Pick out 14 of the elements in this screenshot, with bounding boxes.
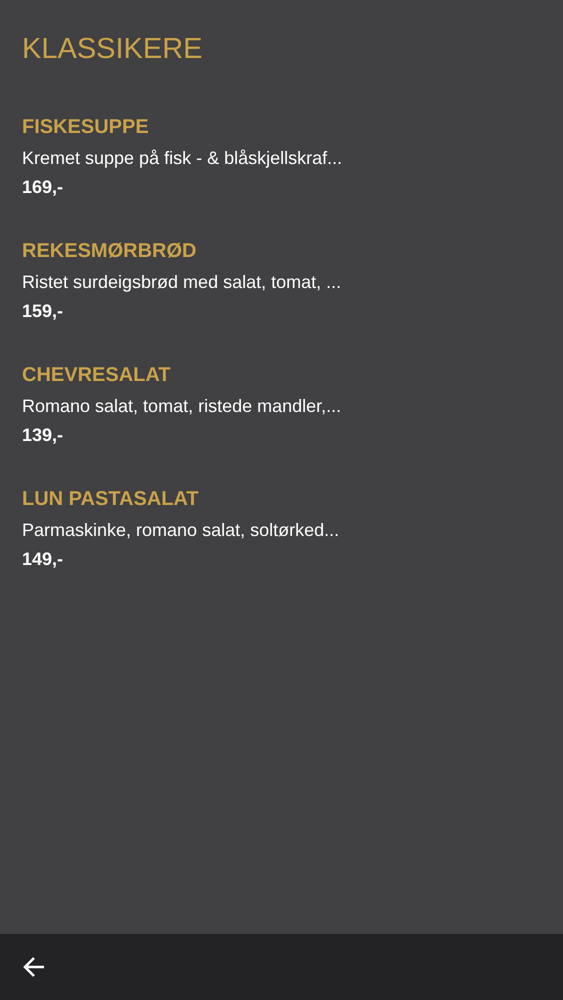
dish-name: LUN PASTASALAT — [22, 487, 200, 512]
dish-description: Ristet surdeigsbrød med salat, tomat, ... — [22, 271, 342, 294]
dish-name: CHEVRESALAT — [22, 363, 172, 388]
back-arrow-icon — [22, 956, 46, 978]
dish-description: Romano salat, tomat, ristede mandler,... — [22, 395, 342, 418]
section-title: KLASSIKERE — [22, 32, 204, 67]
dish-price: 149,- — [22, 548, 64, 571]
dish-price: 169,- — [22, 176, 64, 199]
dish-price: 159,- — [22, 300, 64, 323]
dish-description: Kremet suppe på fisk - & blåskjellskraf... — [22, 147, 344, 170]
dish-name: FISKESUPPE — [22, 115, 150, 140]
dish-name: REKESMØRBRØD — [22, 239, 198, 264]
dish-description: Parmaskinke, romano salat, soltørked... — [22, 519, 340, 542]
dish-price: 139,- — [22, 424, 64, 447]
